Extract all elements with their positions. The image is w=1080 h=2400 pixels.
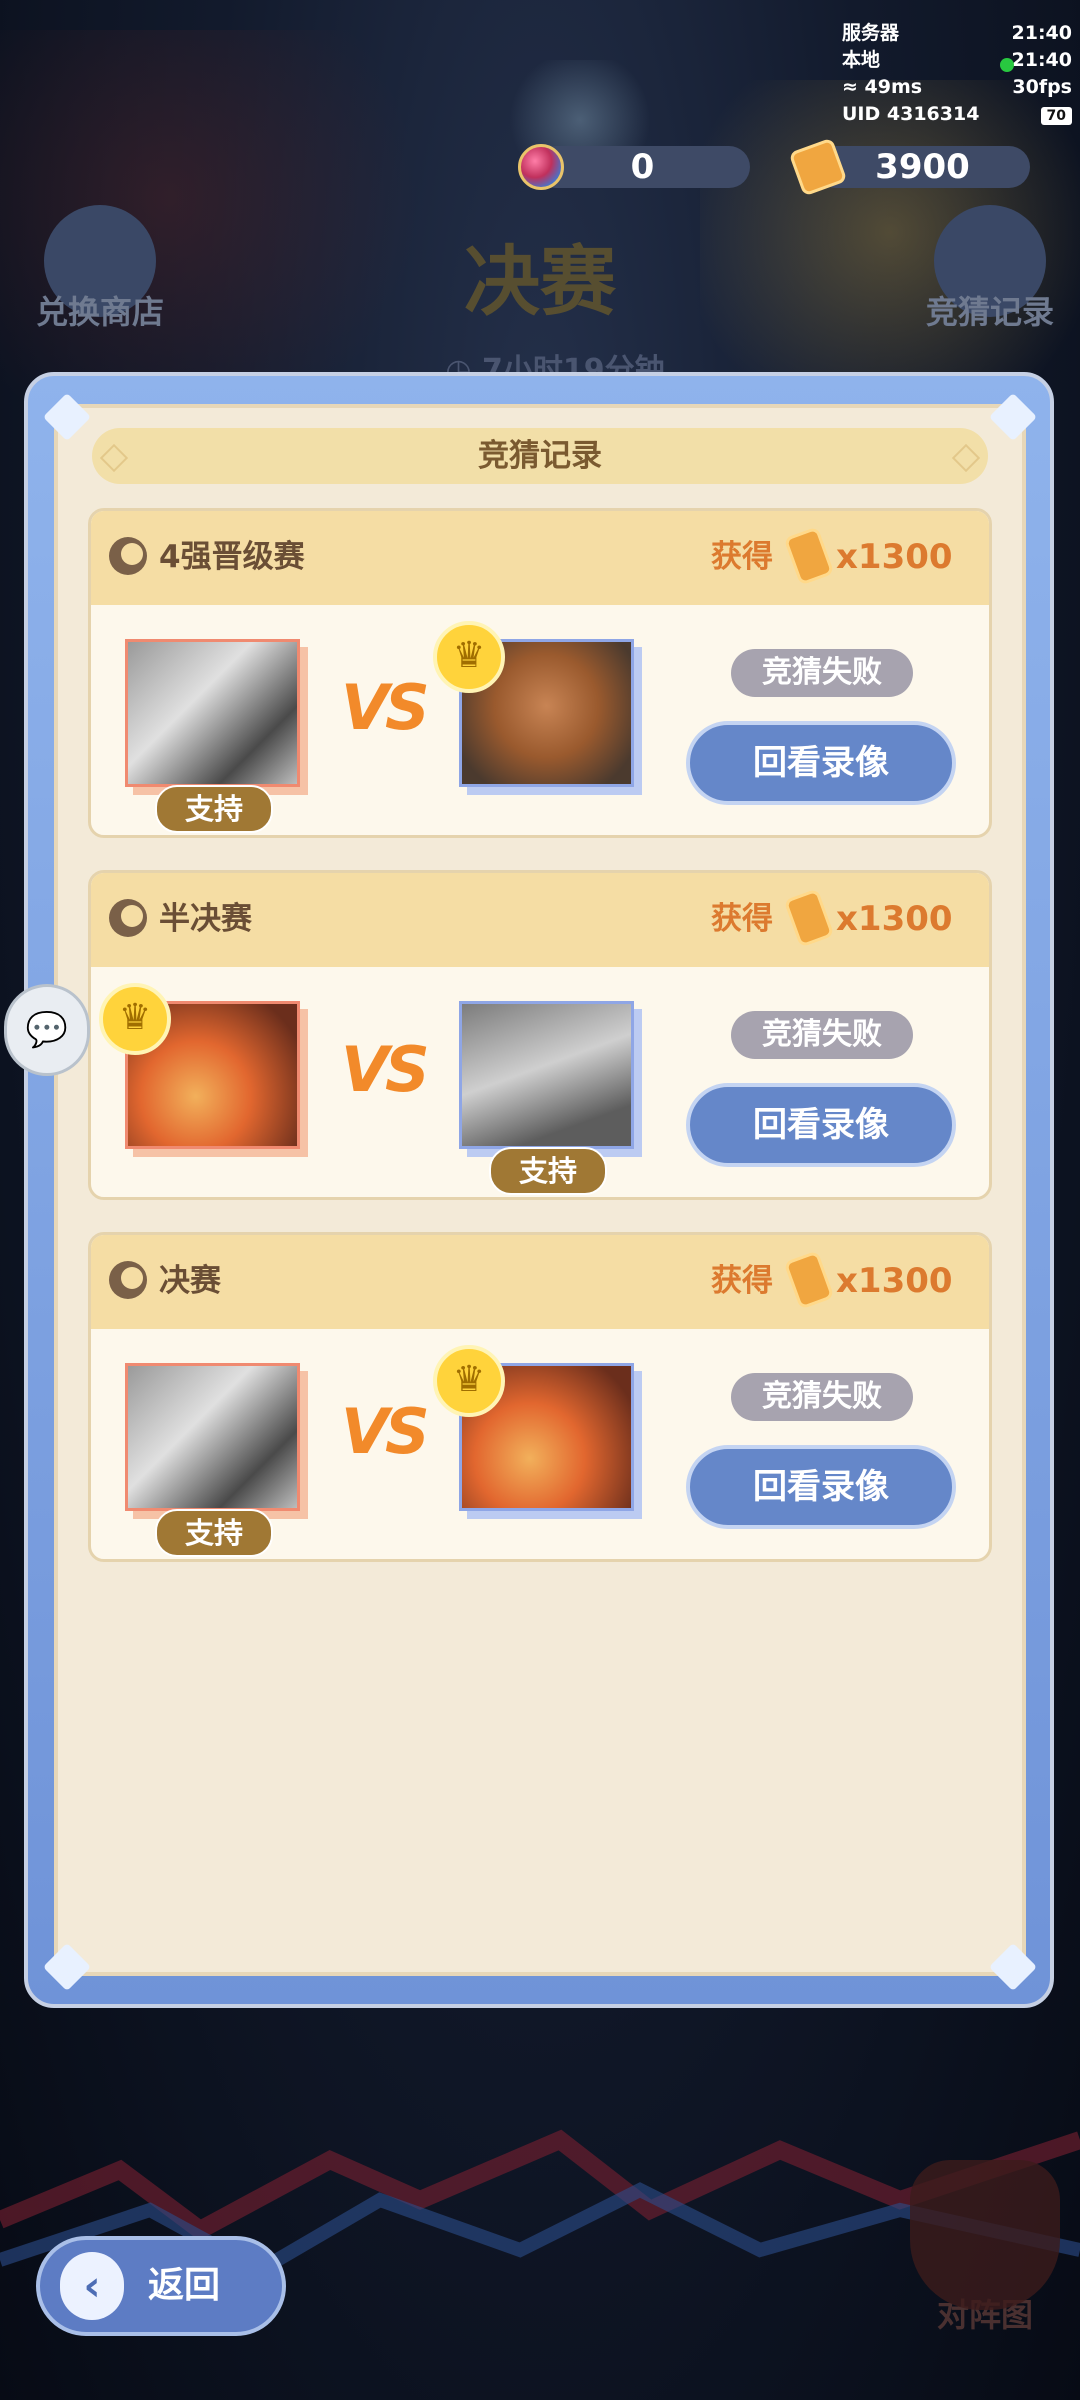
- replay-button[interactable]: 回看录像: [686, 721, 956, 805]
- back-button[interactable]: ‹ 返回: [36, 2236, 286, 2336]
- moon-icon: [109, 1261, 147, 1299]
- gray-mech-portrait: [128, 1366, 297, 1508]
- server-label: 服务器: [842, 22, 900, 44]
- earn-label: 获得: [711, 539, 773, 575]
- record-label: 竞猜记录: [925, 293, 1054, 331]
- bet-record-button[interactable]: 竞猜记录: [905, 205, 1075, 333]
- left-fighter-portrait: [125, 1363, 300, 1511]
- battery-icon: 70: [1040, 107, 1072, 125]
- lineup-button[interactable]: 对阵图: [900, 2160, 1070, 2336]
- ping: ≈ 49ms: [842, 76, 923, 98]
- gray-golem-portrait: [462, 1004, 631, 1146]
- earn-amount: x1300: [836, 537, 953, 577]
- round-name: 半决赛: [159, 901, 252, 937]
- record-card: 半决赛 获得 x1300 ♛ VS 支持 竞猜失败 回看录像: [88, 870, 992, 1200]
- record-card: 4强晋级赛 获得 x1300 支持 VS ♛ 竞猜失败 回看录像: [88, 508, 992, 838]
- card-header: 4强晋级赛 获得 x1300: [91, 511, 989, 605]
- exchange-shop-button[interactable]: 兑换商店: [25, 205, 175, 333]
- ticket-icon: [783, 526, 835, 586]
- bet-failed-badge: 竞猜失败: [731, 1011, 913, 1059]
- crossed-swords-icon: [910, 2160, 1060, 2310]
- wifi-icon: ≈: [842, 76, 865, 98]
- right-fighter-portrait: [459, 1001, 634, 1149]
- fps: 30fps: [1012, 76, 1072, 98]
- support-badge: 支持: [155, 785, 273, 833]
- status-overlay: 服务器 21:40 本地 21:40 ≈ 49ms 30fps UID 4316314…: [842, 20, 1072, 128]
- gray-rhino-portrait: [128, 642, 297, 784]
- ticket-icon: [783, 1250, 835, 1310]
- shop-label: 兑换商店: [35, 293, 164, 331]
- crown-icon: ♛: [99, 983, 171, 1055]
- support-badge: 支持: [155, 1509, 273, 1557]
- earn-label: 获得: [711, 901, 773, 937]
- left-fighter-portrait: [125, 639, 300, 787]
- bet-failed-badge: 竞猜失败: [731, 649, 913, 697]
- moon-icon: [109, 537, 147, 575]
- gem-currency: 0: [535, 146, 750, 188]
- chat-icon: 💬: [25, 1010, 69, 1050]
- chat-bubble-button[interactable]: 💬: [4, 984, 90, 1076]
- vs-label: VS: [341, 671, 430, 744]
- support-badge: 支持: [489, 1147, 607, 1195]
- bet-failed-badge: 竞猜失败: [731, 1373, 913, 1421]
- round-name: 决赛: [159, 1263, 221, 1299]
- round-name: 4强晋级赛: [159, 539, 305, 575]
- replay-button[interactable]: 回看录像: [686, 1083, 956, 1167]
- back-label: 返回: [148, 2265, 221, 2306]
- ticket-icon: [783, 888, 835, 948]
- server-time: 21:40: [1011, 22, 1072, 44]
- uid: UID 4316314: [842, 103, 980, 125]
- stage-title: 决赛: [464, 237, 616, 326]
- back-arrow-icon: ‹: [60, 2252, 124, 2320]
- vs-label: VS: [341, 1033, 430, 1106]
- card-header: 决赛 获得 x1300: [91, 1235, 989, 1329]
- modal-title: 竞猜记录: [92, 428, 988, 484]
- card-header: 半决赛 获得 x1300: [91, 873, 989, 967]
- record-indicator-dot: [1000, 58, 1014, 72]
- local-time: 21:40: [1011, 49, 1072, 71]
- earn-label: 获得: [711, 1263, 773, 1299]
- local-label: 本地: [842, 49, 881, 71]
- gem-icon: [518, 144, 564, 190]
- earn-amount: x1300: [836, 899, 953, 939]
- ticket-currency: 3900: [815, 146, 1030, 188]
- crown-icon: ♛: [433, 1345, 505, 1417]
- vs-label: VS: [341, 1395, 430, 1468]
- moon-icon: [109, 899, 147, 937]
- replay-button[interactable]: 回看录像: [686, 1445, 956, 1529]
- crown-icon: ♛: [433, 621, 505, 693]
- earn-amount: x1300: [836, 1261, 953, 1301]
- record-card: 决赛 获得 x1300 支持 VS ♛ 竞猜失败 回看录像: [88, 1232, 992, 1562]
